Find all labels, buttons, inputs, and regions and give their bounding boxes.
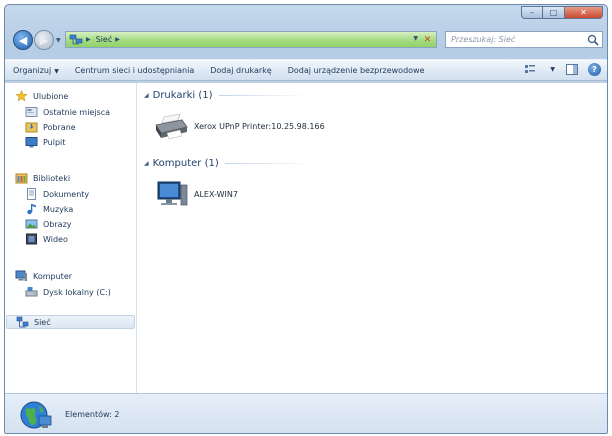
arrow-right-icon: ▶ xyxy=(39,33,49,47)
help-icon[interactable]: ? xyxy=(588,63,601,76)
sidebar-item-recent-places[interactable]: Ostatnie miejsca xyxy=(25,105,110,119)
arrow-left-icon: ◀ xyxy=(18,33,28,47)
item-count: Elementów: 2 xyxy=(65,410,120,419)
refresh-icon[interactable]: ✕ xyxy=(421,33,434,46)
navigation-pane: Ulubione Ostatnie miejsca Pobrane Pulpit… xyxy=(5,83,137,393)
network-icon xyxy=(16,316,29,328)
maximize-button[interactable]: □ xyxy=(543,6,565,19)
breadcrumb-separator[interactable]: ▶ xyxy=(86,36,91,43)
sidebar-item-videos[interactable]: Wideo xyxy=(25,232,68,246)
add-wireless-device-button[interactable]: Dodaj urządzenie bezprzewodowe xyxy=(288,66,425,75)
sidebar-item-favorites[interactable]: Ulubione xyxy=(15,89,68,103)
sidebar-item-computer[interactable]: Komputer xyxy=(15,269,72,283)
desktop-icon xyxy=(25,137,38,148)
sidebar-item-documents[interactable]: Dokumenty xyxy=(25,187,89,201)
file-list: ◢ Drukarki (1) Xerox UPnP Printer:10.25.… xyxy=(138,83,607,393)
caption-buttons: – □ ✕ xyxy=(521,6,603,19)
pictures-icon xyxy=(25,219,38,229)
group-header-computers[interactable]: ◢ Komputer (1) xyxy=(144,158,315,169)
group-header-printers[interactable]: ◢ Drukarki (1) xyxy=(144,90,309,101)
change-view-icon[interactable] xyxy=(524,63,537,76)
back-button[interactable]: ◀ xyxy=(13,30,33,50)
add-printer-button[interactable]: Dodaj drukarkę xyxy=(210,66,271,75)
sidebar-item-network[interactable]: Sieć xyxy=(6,315,135,329)
address-bar[interactable]: ▶ Sieć ▶ ▼ ✕ xyxy=(65,31,437,48)
search-box[interactable]: Przeszukaj: Sieć xyxy=(445,31,603,48)
sidebar-item-local-disk[interactable]: Dysk lokalny (C:) xyxy=(25,285,111,299)
breadcrumb-network[interactable]: Sieć xyxy=(96,35,113,44)
video-icon xyxy=(26,233,37,245)
preview-pane-icon[interactable] xyxy=(565,63,578,76)
sidebar-item-music[interactable]: Muzyka xyxy=(25,202,73,216)
explorer-window: – □ ✕ ◀ ▶ ▼ ▶ Sieć ▶ ▼ ✕ Przeszukaj: Sie… xyxy=(4,4,608,434)
close-button[interactable]: ✕ xyxy=(565,6,603,19)
recent-pages-dropdown[interactable]: ▼ xyxy=(56,37,61,44)
search-input[interactable]: Przeszukaj: Sieć xyxy=(451,35,586,44)
content-area: Ulubione Ostatnie miejsca Pobrane Pulpit… xyxy=(5,82,607,393)
minimize-button[interactable]: – xyxy=(521,6,543,19)
view-dropdown[interactable]: ▼ xyxy=(550,66,555,73)
sidebar-item-desktop[interactable]: Pulpit xyxy=(25,135,65,149)
sidebar-item-pictures[interactable]: Obrazy xyxy=(25,217,72,231)
collapse-caret-icon[interactable]: ◢ xyxy=(144,92,149,99)
sidebar-item-libraries[interactable]: Biblioteki xyxy=(15,171,70,185)
recent-places-icon xyxy=(25,107,38,117)
details-pane: Elementów: 2 xyxy=(5,393,607,433)
libraries-icon xyxy=(15,173,28,184)
network-icon xyxy=(69,34,83,45)
collapse-caret-icon[interactable]: ◢ xyxy=(144,160,149,167)
breadcrumb-separator[interactable]: ▶ xyxy=(115,36,120,43)
computer-icon xyxy=(15,270,27,281)
device-item-computer[interactable]: ALEX-WIN7 xyxy=(150,179,238,209)
search-icon[interactable] xyxy=(586,33,600,47)
downloads-folder-icon xyxy=(25,122,38,133)
organize-menu[interactable]: Organizuj ▼ xyxy=(13,66,59,75)
music-note-icon xyxy=(27,204,36,215)
device-item-printer[interactable]: Xerox UPnP Printer:10.25.98.166 xyxy=(150,111,325,141)
printer-icon xyxy=(155,113,188,140)
forward-button[interactable]: ▶ xyxy=(34,30,54,50)
documents-icon xyxy=(27,188,36,200)
globe-network-icon xyxy=(20,401,52,428)
star-icon xyxy=(15,90,28,102)
navigation-bar: ◀ ▶ ▼ ▶ Sieć ▶ ▼ ✕ Przeszukaj: Sieć xyxy=(5,27,607,53)
command-bar: Organizuj ▼ Centrum sieci i udostępniania… xyxy=(5,59,607,81)
network-computer-icon xyxy=(157,181,188,206)
address-dropdown[interactable]: ▼ xyxy=(413,35,418,42)
sidebar-item-downloads[interactable]: Pobrane xyxy=(25,120,76,134)
local-disk-icon xyxy=(25,287,38,297)
network-center-button[interactable]: Centrum sieci i udostępniania xyxy=(75,66,194,75)
